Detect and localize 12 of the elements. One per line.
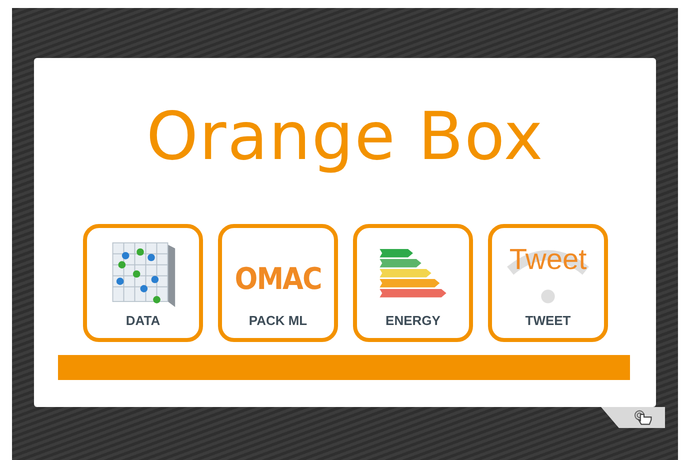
logo-text: OMAC xyxy=(234,262,322,297)
tile-label: TWEET xyxy=(525,313,571,328)
tile-button[interactable]: Tweet TWEET xyxy=(488,224,608,342)
tile-button[interactable]: OMAC PACK ML xyxy=(218,224,338,342)
corner-tab[interactable] xyxy=(601,407,665,428)
logo-text: Tweet xyxy=(509,245,587,275)
tile-label: DATA xyxy=(126,313,160,328)
tile-label: PACK ML xyxy=(248,313,308,328)
tile-button[interactable]: DATA xyxy=(83,224,203,342)
page-title: Orange Box xyxy=(145,102,545,172)
tile-button[interactable]: ENERGY xyxy=(353,224,473,342)
tile-label: ENERGY xyxy=(386,313,440,328)
